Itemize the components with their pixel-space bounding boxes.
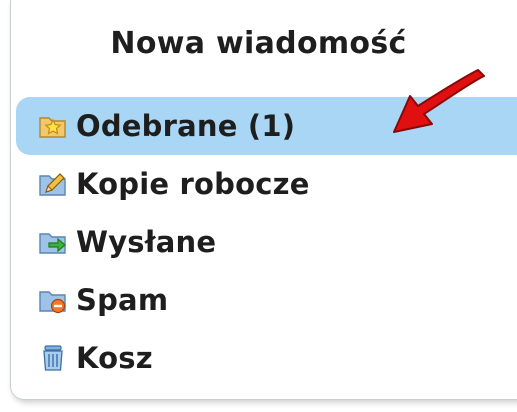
folder-label-sent: Wysłane (76, 225, 217, 259)
inbox-star-folder-icon (39, 117, 66, 138)
red-arrow-annotation-icon (393, 69, 485, 133)
sent-folder-icon (39, 233, 66, 254)
drafts-pencil-icon (39, 173, 66, 196)
folder-item-sent[interactable]: Wysłane (16, 213, 517, 271)
spam-folder-icon (39, 291, 66, 314)
folder-label-spam: Spam (76, 283, 169, 317)
folder-item-drafts[interactable]: Kopie robocze (16, 155, 517, 213)
folder-item-spam[interactable]: Spam (16, 271, 517, 329)
folder-label-drafts: Kopie robocze (76, 167, 310, 201)
compose-new-message-link[interactable]: Nowa wiadomość (0, 26, 517, 61)
folder-label-inbox: Odebrane (1) (76, 109, 296, 143)
mail-sidebar-screenshot: Nowa wiadomość Odebrane (1) Kopie robocz… (0, 0, 517, 412)
folder-item-trash[interactable]: Kosz (16, 329, 517, 387)
trash-bin-icon (43, 345, 63, 371)
folder-label-trash: Kosz (76, 341, 153, 375)
